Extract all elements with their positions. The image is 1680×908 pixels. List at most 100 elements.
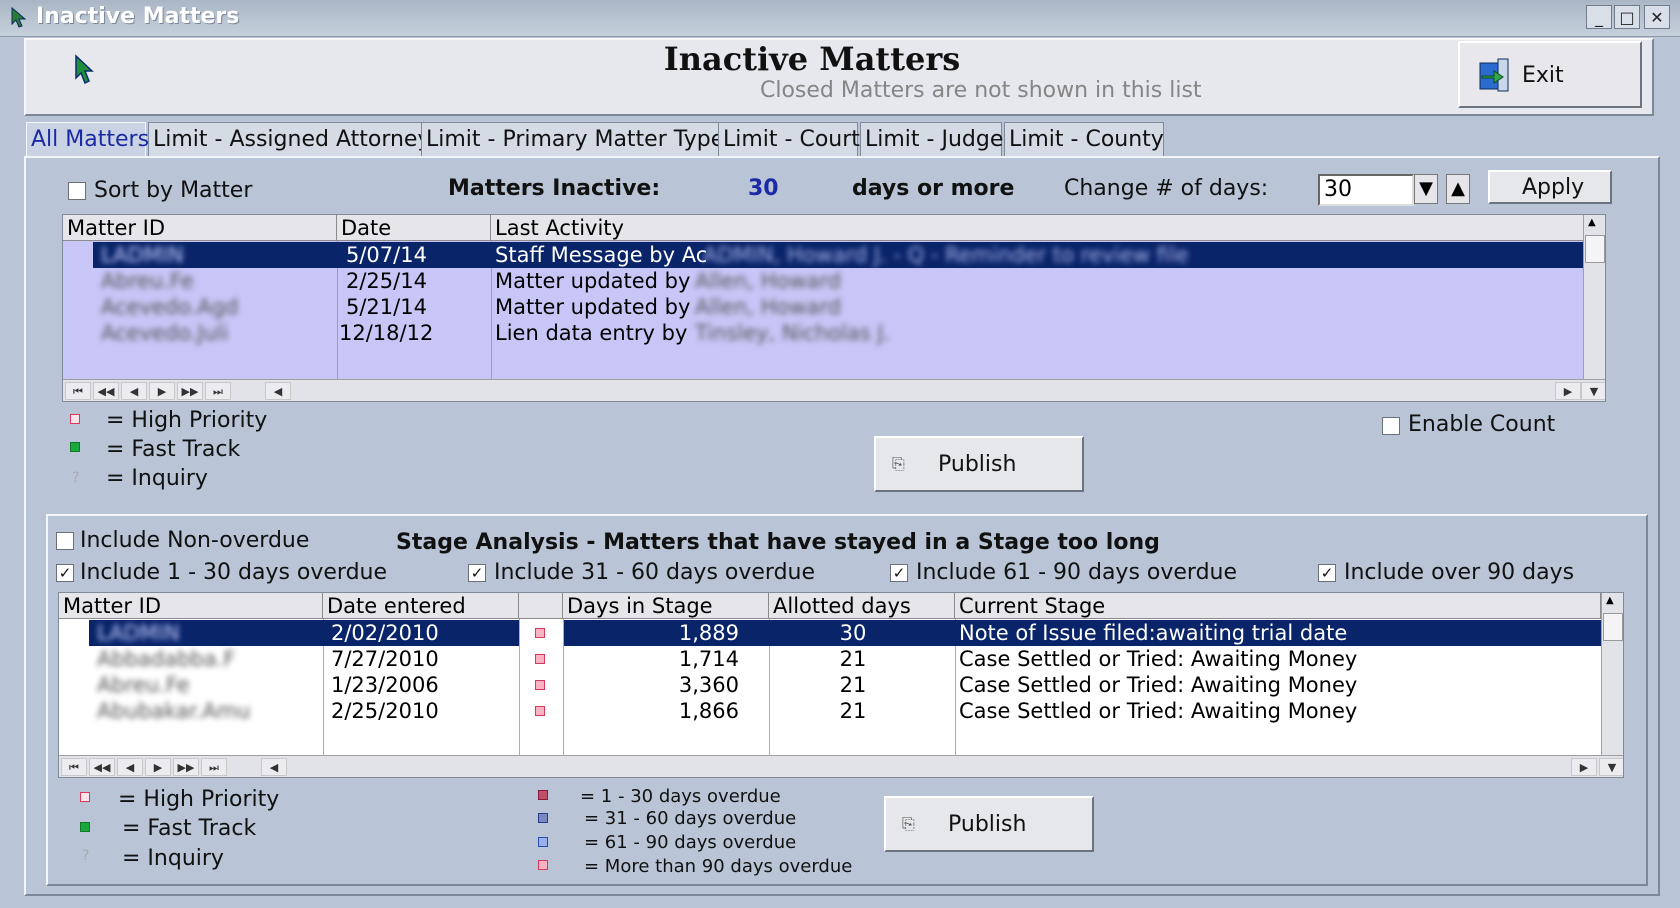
- matter-id-cell: LADMIN: [97, 621, 180, 645]
- minimize-button[interactable]: _: [1586, 5, 1612, 29]
- tab-all-matters[interactable]: All Matters: [26, 122, 149, 156]
- apply-button[interactable]: Apply: [1488, 170, 1612, 204]
- col-last-activity[interactable]: Last Activity: [491, 215, 1585, 241]
- scroll-down-button[interactable]: ▼: [1581, 382, 1605, 400]
- scroll-left-button[interactable]: ◀: [265, 382, 291, 400]
- tab-judge[interactable]: Limit - Judge: [860, 122, 1003, 156]
- scroll-down-button[interactable]: ▼: [1599, 758, 1623, 776]
- prev-record-button[interactable]: ◀: [121, 382, 147, 400]
- enable-count-checkbox[interactable]: [1382, 417, 1400, 435]
- table-row[interactable]: Acevedo.Juli 12/18/12 Lien data entry by…: [63, 320, 1605, 346]
- days-input[interactable]: 30: [1318, 174, 1414, 206]
- table-row[interactable]: LADMIN 2/02/2010 1,889 30 Note of Issue …: [59, 620, 1623, 646]
- first-record-button[interactable]: ⏮: [65, 382, 91, 400]
- last-record-button[interactable]: ⏭: [201, 758, 227, 776]
- legend-inquiry: = Inquiry: [122, 846, 224, 871]
- overdue-1-30-icon: [538, 790, 548, 800]
- legend-high-priority: = High Priority: [106, 408, 268, 433]
- overdue-90-icon: [535, 628, 545, 638]
- scroll-right-button[interactable]: ▶: [1571, 758, 1597, 776]
- col-days-in-stage[interactable]: Days in Stage: [563, 593, 769, 619]
- col-overdue-flag[interactable]: [519, 593, 563, 619]
- tab-county[interactable]: Limit - County: [1004, 122, 1164, 156]
- tab-primary-matter-type[interactable]: Limit - Primary Matter Type: [421, 122, 741, 156]
- exit-label: Exit: [1522, 63, 1564, 88]
- col-date-entered[interactable]: Date entered: [323, 593, 519, 619]
- table-row[interactable]: LADMIN 5/07/14 Staff Message by Ac ADMIN…: [63, 242, 1605, 268]
- date-entered-cell: 2/02/2010: [331, 621, 439, 645]
- last-record-button[interactable]: ⏭: [205, 382, 231, 400]
- date-entered-cell: 7/27/2010: [331, 647, 439, 671]
- include-31-60-checkbox[interactable]: ✓: [468, 564, 486, 582]
- fast-track-icon: [70, 442, 80, 452]
- allotted-days-cell: 21: [839, 647, 867, 671]
- publish-label: Publish: [938, 452, 1017, 477]
- table-row[interactable]: Abubakar.Amu 2/25/2010 1,866 21 Case Set…: [59, 698, 1623, 724]
- maximize-button[interactable]: □: [1614, 5, 1640, 29]
- close-button[interactable]: ✕: [1644, 5, 1670, 29]
- vertical-scrollbar[interactable]: ▲: [1601, 593, 1623, 755]
- days-decrement-button[interactable]: ▼: [1414, 174, 1438, 204]
- date-entered-cell: 1/23/2006: [331, 673, 439, 697]
- include-over-90-label: Include over 90 days: [1344, 560, 1575, 585]
- exit-icon: [1476, 57, 1514, 97]
- scroll-left-button[interactable]: ◀: [261, 758, 287, 776]
- stage-analysis-title: Stage Analysis - Matters that have staye…: [396, 530, 1160, 555]
- inactive-matters-grid: Matter ID Date Last Activity LADMIN 5/07…: [62, 214, 1606, 402]
- col-matter-id[interactable]: Matter ID: [59, 593, 323, 619]
- table-row[interactable]: Abreu.Fe 1/23/2006 3,360 21 Case Settled…: [59, 672, 1623, 698]
- include-over-90-checkbox[interactable]: ✓: [1318, 564, 1336, 582]
- overdue-90-icon: [538, 860, 548, 870]
- next-page-button[interactable]: ▶▶: [177, 382, 203, 400]
- window-title: Inactive Matters: [36, 4, 240, 29]
- matter-id-cell: Abubakar.Amu: [97, 699, 251, 723]
- sort-by-matter-label: Sort by Matter: [94, 178, 253, 203]
- prev-page-button[interactable]: ◀◀: [93, 382, 119, 400]
- col-current-stage[interactable]: Current Stage: [955, 593, 1601, 619]
- current-stage-cell: Case Settled or Tried: Awaiting Money: [959, 699, 1358, 723]
- days-in-stage-cell: 1,889: [678, 621, 739, 645]
- date-entered-cell: 2/25/2010: [331, 699, 439, 723]
- overdue-90-icon: [535, 680, 545, 690]
- scroll-right-button[interactable]: ▶: [1555, 382, 1581, 400]
- publish-button-top[interactable]: ⎘ Publish: [874, 436, 1084, 492]
- legend-inquiry: = Inquiry: [106, 466, 208, 491]
- tab-court[interactable]: Limit - Court: [718, 122, 860, 156]
- first-record-button[interactable]: ⏮: [61, 758, 87, 776]
- tab-assigned-attorney[interactable]: Limit - Assigned Attorney: [148, 122, 444, 156]
- col-date[interactable]: Date: [337, 215, 491, 241]
- overdue-31-60-icon: [538, 813, 548, 823]
- current-stage-cell: Case Settled or Tried: Awaiting Money: [959, 647, 1358, 671]
- activity-detail-cell: Allen, Howard: [695, 269, 841, 293]
- activity-detail-cell: Tinsley, Nicholas J.: [695, 321, 891, 345]
- table-row[interactable]: Abbadabba.F 7/27/2010 1,714 21 Case Sett…: [59, 646, 1623, 672]
- legend-high-priority: = High Priority: [118, 787, 280, 812]
- include-61-90-label: Include 61 - 90 days overdue: [916, 560, 1238, 585]
- include-61-90-checkbox[interactable]: ✓: [890, 564, 908, 582]
- allotted-days-cell: 30: [839, 621, 867, 645]
- col-matter-id[interactable]: Matter ID: [63, 215, 337, 241]
- legend-fast-track: = Fast Track: [122, 816, 257, 841]
- table-row[interactable]: Abreu.Fe 2/25/14 Matter updated by Allen…: [63, 268, 1605, 294]
- prev-record-button[interactable]: ◀: [117, 758, 143, 776]
- prev-page-button[interactable]: ◀◀: [89, 758, 115, 776]
- include-1-30-checkbox[interactable]: ✓: [56, 564, 74, 582]
- sort-by-matter-checkbox[interactable]: [68, 182, 86, 200]
- exit-button[interactable]: Exit: [1458, 41, 1642, 108]
- days-increment-button[interactable]: ▲: [1446, 174, 1470, 204]
- col-allotted-days[interactable]: Allotted days: [769, 593, 955, 619]
- vertical-scrollbar[interactable]: ▲: [1583, 215, 1605, 379]
- table-row[interactable]: Acevedo.Agd 5/21/14 Matter updated by Al…: [63, 294, 1605, 320]
- days-or-more-label: days or more: [852, 176, 1015, 201]
- include-non-overdue-checkbox[interactable]: [56, 532, 74, 550]
- next-page-button[interactable]: ▶▶: [173, 758, 199, 776]
- next-record-button[interactable]: ▶: [149, 382, 175, 400]
- publish-button-bottom[interactable]: ⎘ Publish: [884, 796, 1094, 852]
- activity-cell: Matter updated by: [495, 269, 691, 293]
- next-record-button[interactable]: ▶: [145, 758, 171, 776]
- days-in-stage-cell: 1,866: [678, 699, 739, 723]
- date-cell: 12/18/12: [339, 321, 434, 345]
- inquiry-icon: ?: [72, 470, 80, 486]
- matter-id-cell: Abbadabba.F: [97, 647, 236, 671]
- current-stage-cell: Note of Issue filed:awaiting trial date: [959, 621, 1348, 645]
